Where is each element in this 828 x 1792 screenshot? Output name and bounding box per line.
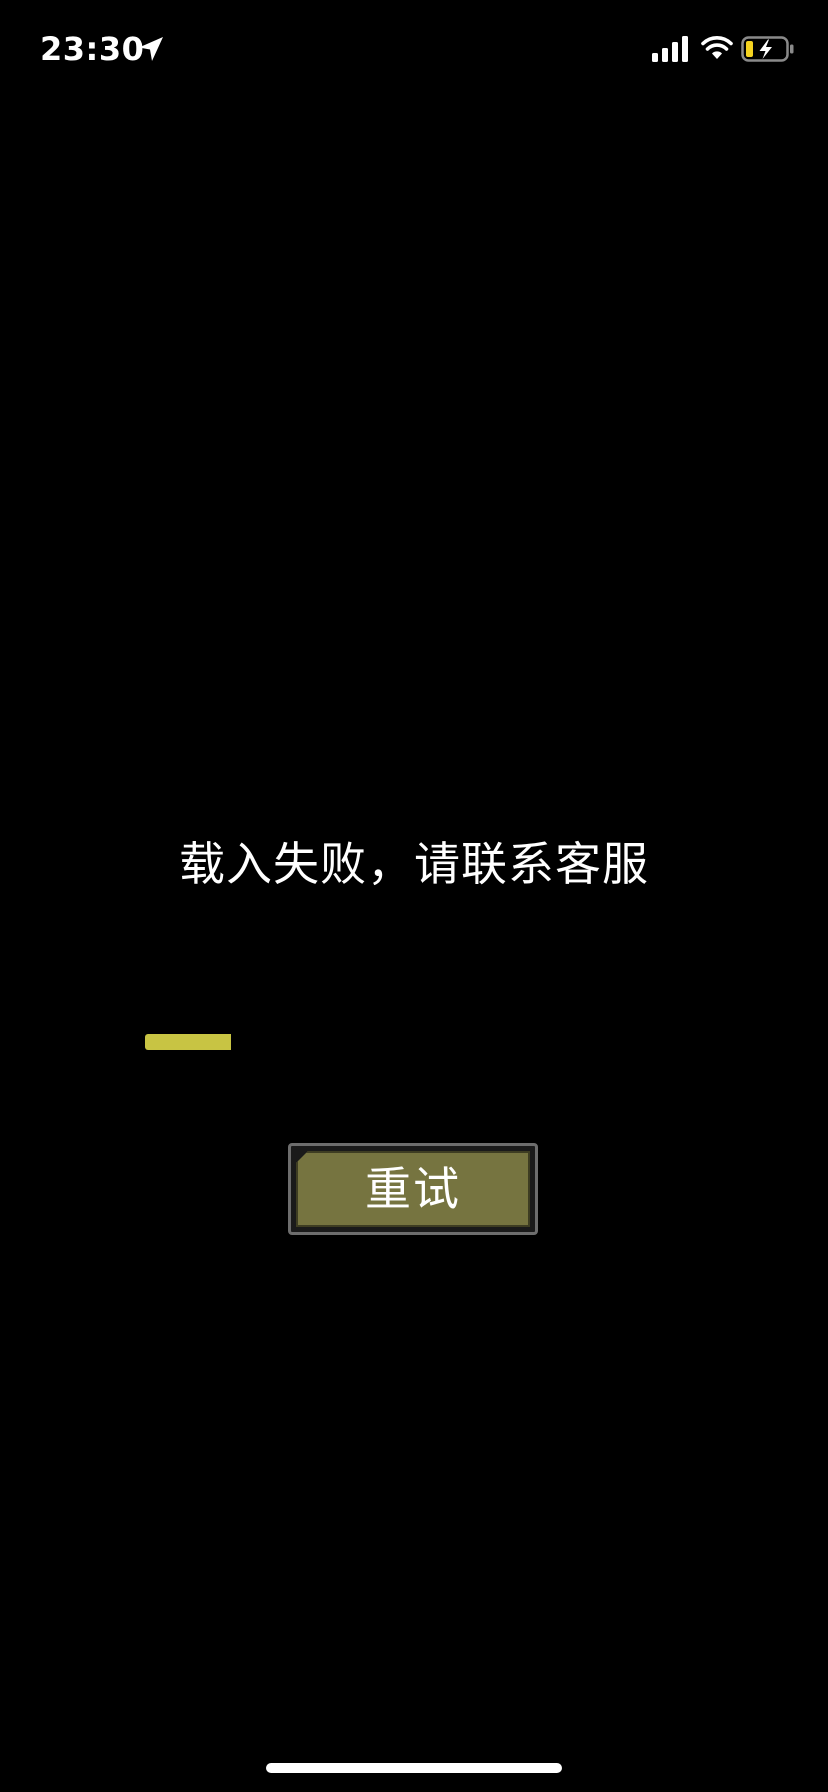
retry-button[interactable]: 重试 bbox=[288, 1143, 538, 1235]
location-arrow-icon bbox=[139, 37, 163, 61]
loading-progress-fill bbox=[145, 1034, 232, 1050]
home-indicator[interactable] bbox=[266, 1763, 562, 1773]
wifi-icon bbox=[701, 36, 733, 59]
battery-charging-icon bbox=[741, 36, 794, 62]
status-time: 23:30 bbox=[40, 30, 145, 68]
cellular-signal-icon bbox=[652, 36, 688, 62]
status-bar: 23:30 bbox=[0, 0, 828, 100]
error-message: 载入失败，请联系客服 bbox=[179, 837, 649, 891]
loading-progress-bar bbox=[145, 1034, 683, 1050]
retry-button-face[interactable]: 重试 bbox=[296, 1151, 530, 1227]
retry-button-label: 重试 bbox=[365, 1162, 461, 1216]
